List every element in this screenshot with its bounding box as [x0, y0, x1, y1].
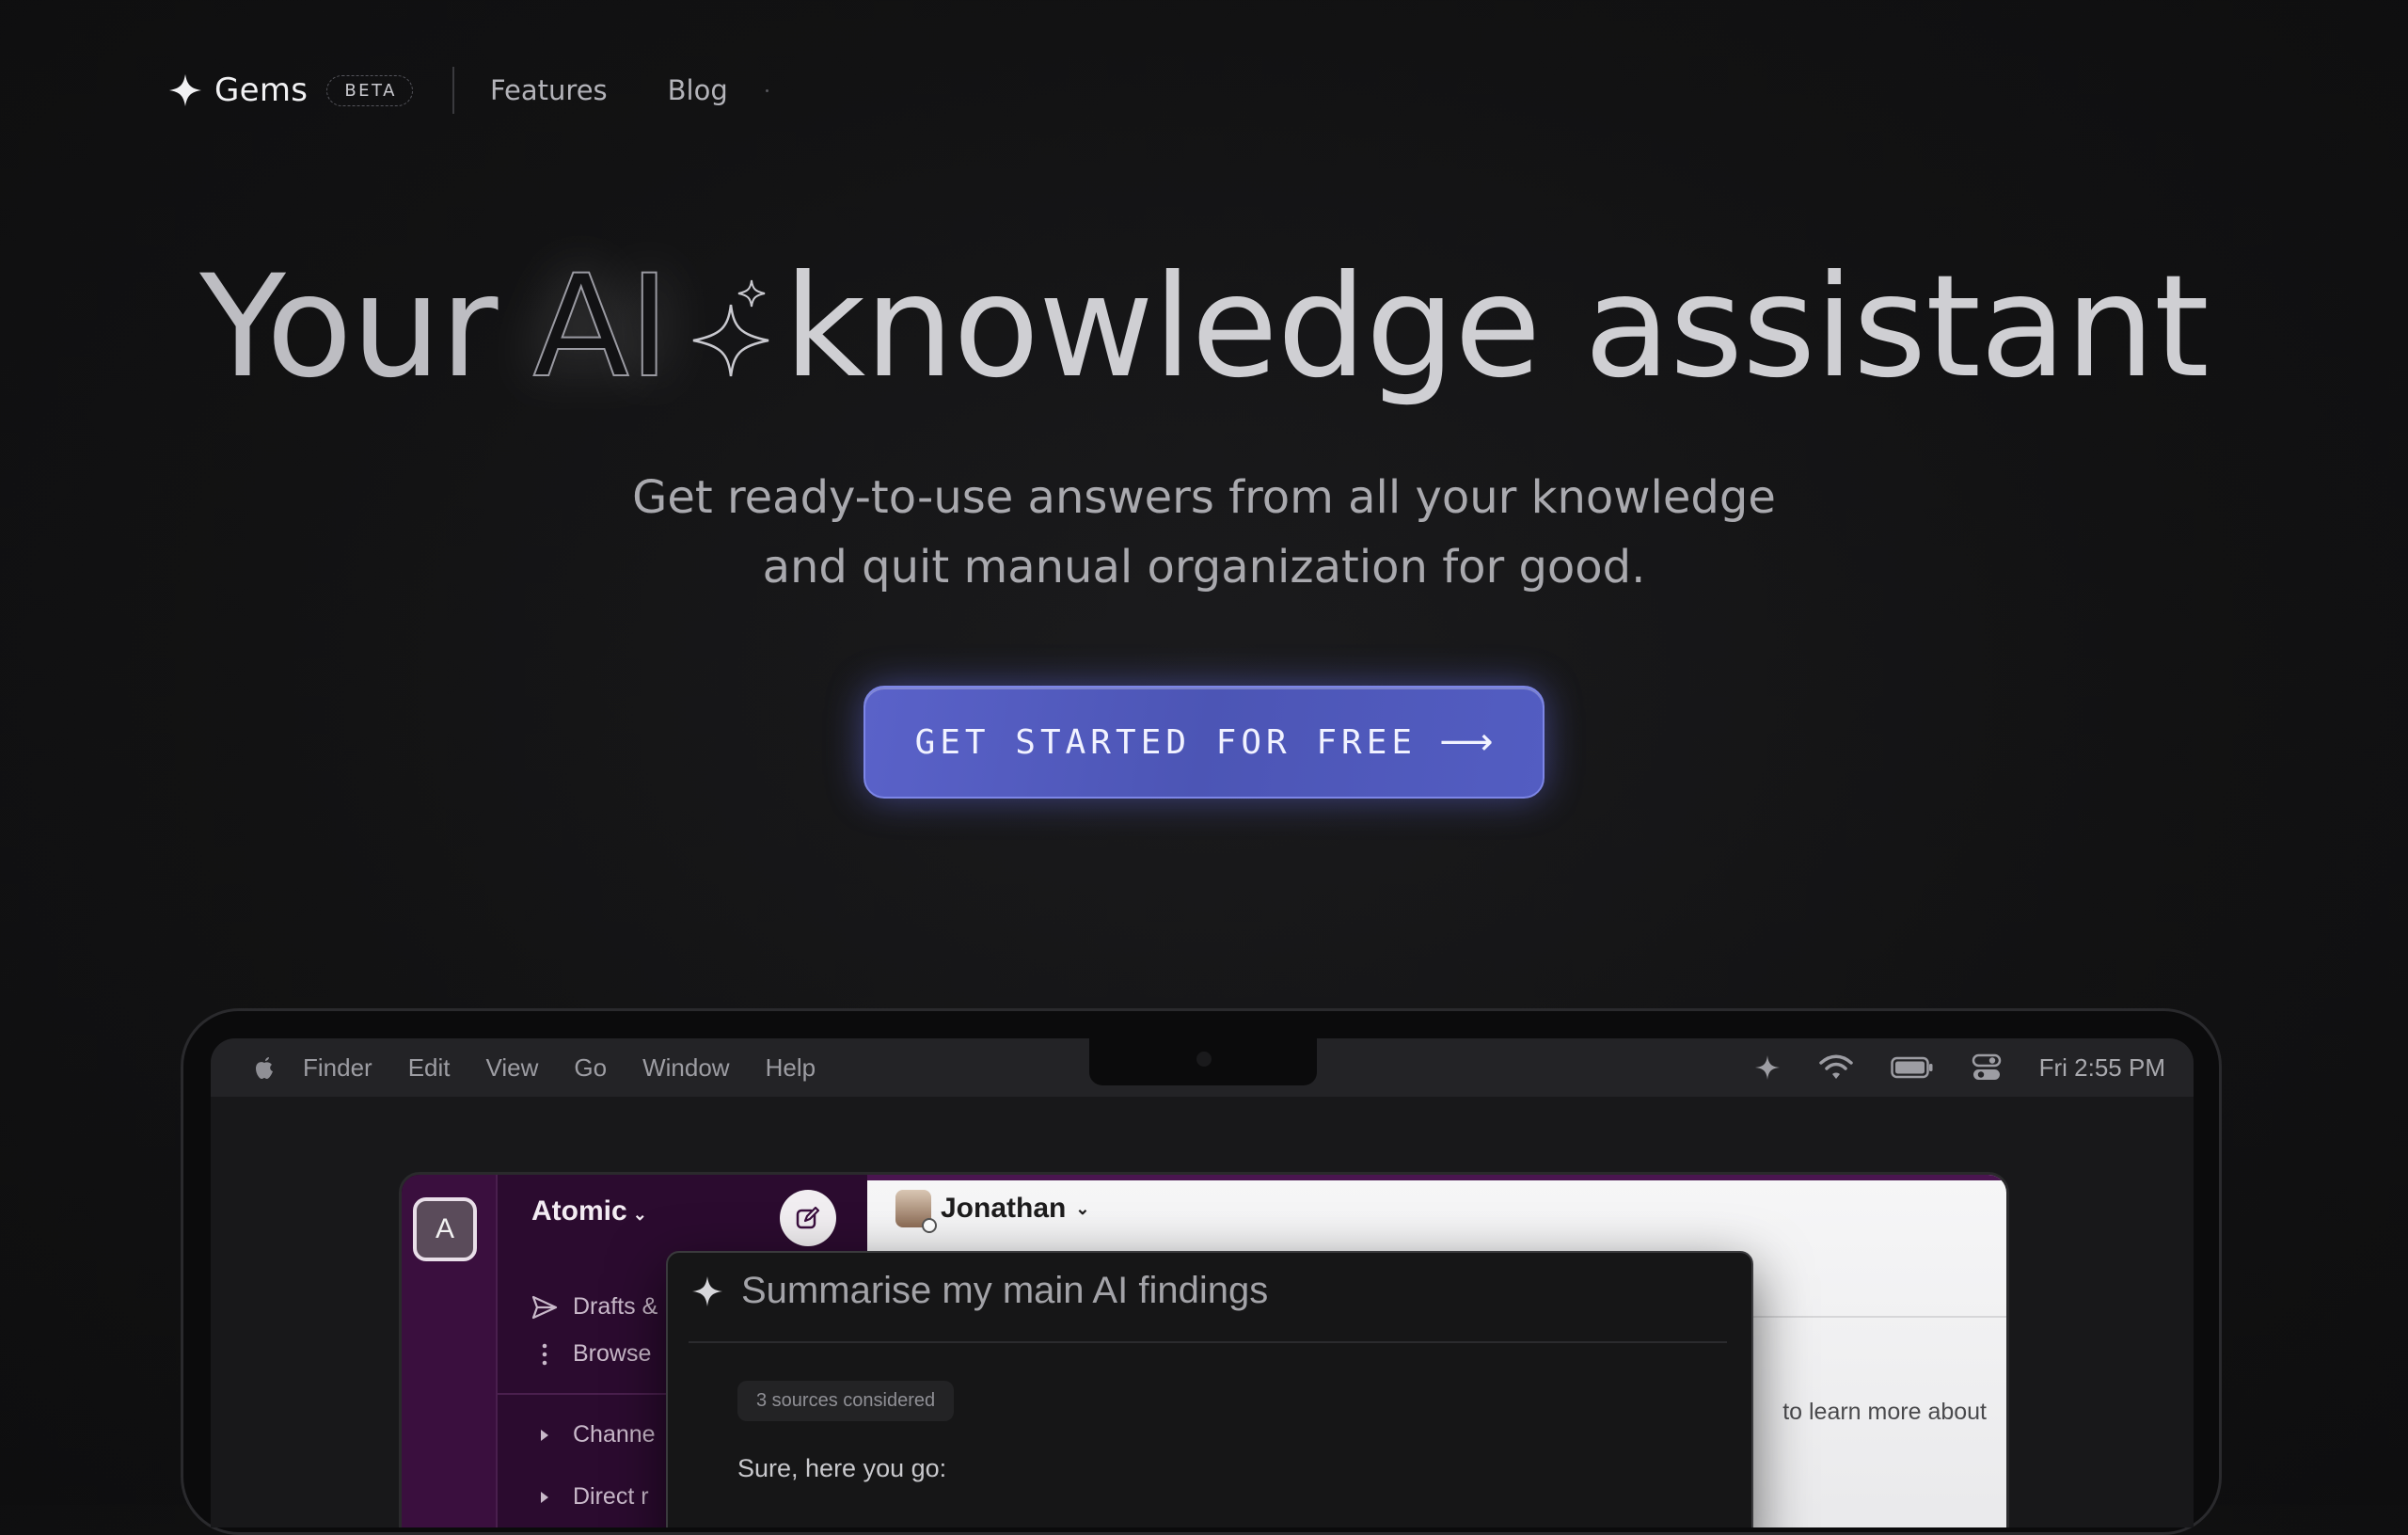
chevron-down-icon: ⌄ — [1075, 1198, 1090, 1218]
workspace-switcher[interactable]: Atomic ⌄ — [531, 1195, 647, 1227]
menu-view[interactable]: View — [486, 1053, 539, 1083]
menu-window[interactable]: Window — [642, 1053, 729, 1083]
hero-title-rest: knowledge assistant — [784, 245, 2209, 409]
arrow-right-icon: ⟶ — [1439, 720, 1494, 764]
mac-menubar: Finder Edit View Go Window Help Fri 2:55… — [211, 1038, 2194, 1097]
sparkle-icon — [168, 73, 202, 107]
sidebar-item-label: Channe — [573, 1421, 656, 1448]
nav-link-blog[interactable]: Blog — [668, 74, 728, 106]
nav-divider — [452, 67, 454, 114]
panel-divider — [689, 1341, 1727, 1343]
beta-badge: BETA — [326, 74, 413, 106]
hero-title-your: Your — [199, 245, 498, 409]
sidebar-section-direct[interactable]: Direct r — [531, 1483, 649, 1511]
hero-subtitle: Get ready-to-use answers from all your k… — [0, 463, 2408, 602]
sidebar-item-browse[interactable]: Browse — [531, 1340, 651, 1368]
cta-label: GET STARTED FOR FREE — [914, 722, 1418, 762]
sparkle-icon — [692, 1275, 722, 1306]
wifi-icon[interactable] — [1818, 1053, 1853, 1082]
hero-subtitle-line2: and quit manual organization for good. — [762, 541, 1646, 593]
gems-answer-panel: Summarise my main AI findings 3 sources … — [666, 1251, 1753, 1527]
menu-go[interactable]: Go — [574, 1053, 607, 1083]
caret-right-icon — [541, 1491, 548, 1503]
chevron-down-icon: ⌄ — [632, 1205, 647, 1224]
control-center-icon[interactable] — [1972, 1052, 2002, 1083]
apple-icon[interactable] — [250, 1053, 278, 1082]
top-nav: Gems BETA Features Blog — [167, 64, 768, 117]
sidebar-section-channels[interactable]: Channe — [531, 1421, 656, 1448]
menu-edit[interactable]: Edit — [408, 1053, 451, 1083]
compose-icon — [796, 1206, 820, 1229]
sparkle-icon[interactable] — [1753, 1053, 1782, 1082]
menu-finder[interactable]: Finder — [303, 1053, 372, 1083]
camera-icon — [1196, 1052, 1212, 1067]
compose-button[interactable] — [780, 1190, 836, 1246]
sidebar-item-label: Drafts & — [573, 1293, 658, 1320]
caret-right-icon — [541, 1429, 548, 1441]
menu-help[interactable]: Help — [766, 1053, 816, 1083]
query-text: Summarise my main AI findings — [741, 1270, 1269, 1311]
sources-chip[interactable]: 3 sources considered — [737, 1381, 955, 1421]
workspace-name: Atomic — [531, 1195, 627, 1226]
get-started-button[interactable]: GET STARTED FOR FREE ⟶ — [863, 686, 1545, 799]
nav-dot — [765, 88, 768, 92]
hero-title-ai: AI — [531, 245, 671, 410]
main-top-bar — [867, 1175, 2006, 1180]
hero-title: Your AI knowledge assistant — [0, 243, 2408, 412]
send-icon — [531, 1295, 558, 1319]
brand-name: Gems — [214, 71, 309, 109]
answer-text: Sure, here you go: — [737, 1454, 947, 1482]
hero-title-ai-wrap: AI — [531, 243, 769, 412]
menubar-clock: Fri 2:55 PM — [2038, 1052, 2165, 1082]
sparkles-icon — [693, 279, 769, 377]
laptop-screen: Finder Edit View Go Window Help Fri 2:55… — [211, 1038, 2194, 1527]
conversation-header[interactable]: Jonathan ⌄ — [895, 1190, 1090, 1233]
camera-notch — [1089, 1038, 1317, 1085]
workspace-badge[interactable]: A — [413, 1197, 477, 1261]
sidebar-item-drafts[interactable]: Drafts & — [531, 1293, 657, 1321]
message-text: to learn more about — [1782, 1399, 1987, 1425]
query-bar[interactable]: Summarise my main AI findings — [690, 1270, 1268, 1312]
sidebar-item-label: Browse — [573, 1340, 652, 1367]
avatar — [895, 1190, 937, 1233]
conversation-user: Jonathan — [941, 1193, 1067, 1224]
menubar-status: Fri 2:55 PM — [1753, 1038, 2165, 1097]
nav-link-features[interactable]: Features — [490, 74, 608, 106]
battery-icon[interactable] — [1890, 1055, 1934, 1080]
more-vertical-icon — [542, 1343, 547, 1365]
brand-logo[interactable]: Gems BETA — [167, 71, 413, 109]
hero-subtitle-line1: Get ready-to-use answers from all your k… — [632, 471, 1776, 524]
sidebar-item-label: Direct r — [573, 1483, 649, 1510]
workspace-rail: A — [402, 1175, 496, 1527]
